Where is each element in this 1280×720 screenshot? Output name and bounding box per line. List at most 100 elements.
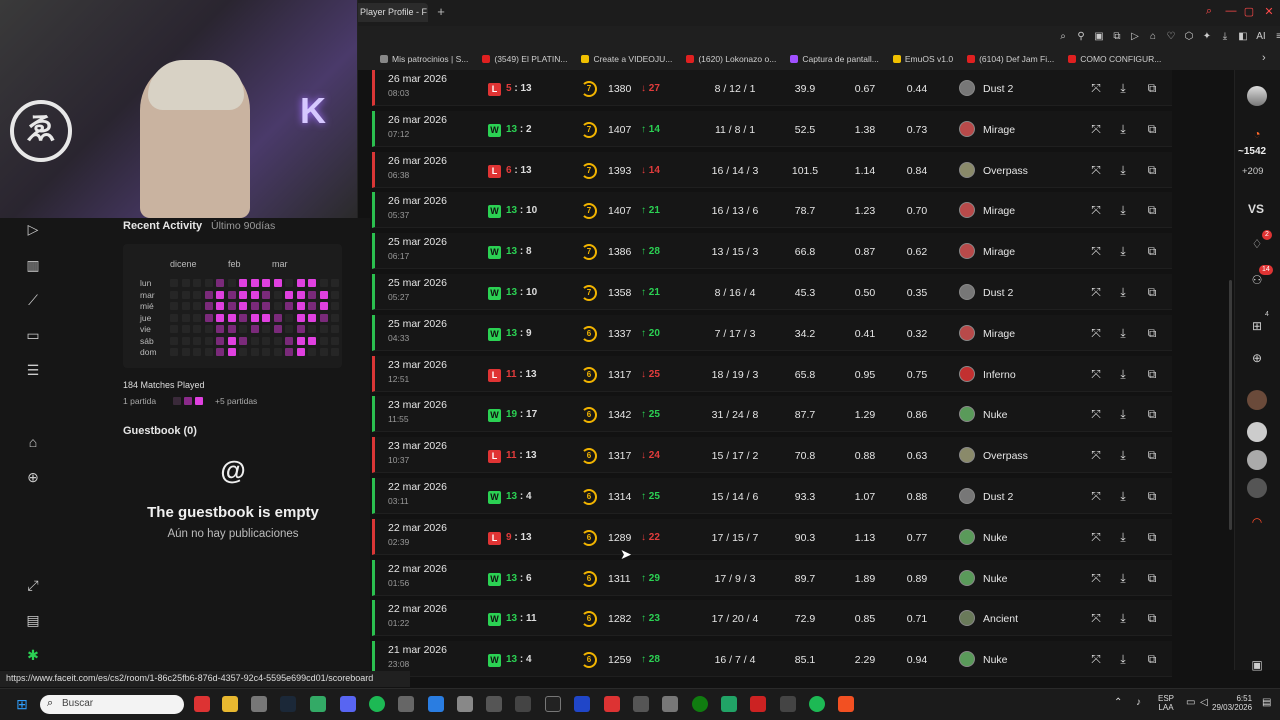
volume-icon[interactable]: ◁ — [1200, 697, 1208, 708]
heart-icon[interactable]: ♡ — [1164, 30, 1178, 44]
app-icon[interactable] — [780, 696, 796, 712]
chat-icon[interactable]: ▣ — [1247, 655, 1267, 675]
external-link-icon[interactable]: ⧉ — [1144, 651, 1160, 667]
bookmark-item[interactable]: COMO CONFIGUR... — [1068, 50, 1161, 68]
bookmark-item[interactable]: (3549) El PLATIN... — [482, 50, 567, 68]
bag-icon[interactable]: ▤ — [24, 611, 42, 629]
windows-start-icon[interactable]: ⊞ — [14, 696, 30, 712]
add-icon[interactable]: ⊕ — [24, 468, 42, 486]
download-icon[interactable]: ⤓ — [1115, 162, 1131, 178]
external-link-icon[interactable]: ⧉ — [1144, 447, 1160, 463]
avatar[interactable] — [1247, 390, 1267, 410]
bookmark-icon[interactable]: ⌂ — [1146, 30, 1160, 44]
match-row[interactable]: 22 mar 2026 01:56 W 13 : 6 6 1311 ↑ 29 17 / 9 /… — [372, 559, 1172, 596]
expand-icon[interactable]: ⤧ — [1088, 243, 1104, 259]
download-icon[interactable]: ⤓ — [1115, 325, 1131, 341]
mic-icon[interactable]: ♪ — [1136, 697, 1141, 708]
match-row[interactable]: 25 mar 2026 04:33 W 13 : 9 6 1337 ↑ 20 7 / 17 /… — [372, 314, 1172, 351]
external-link-icon[interactable]: ⧉ — [1144, 121, 1160, 137]
opera-icon[interactable] — [194, 696, 210, 712]
notifications-icon[interactable]: ▤ — [1262, 697, 1271, 708]
xbox-icon[interactable] — [692, 696, 708, 712]
match-row[interactable]: 26 mar 2026 07:12 W 13 : 2 7 1407 ↑ 14 11 / 8 /… — [372, 110, 1172, 147]
match-row[interactable]: 26 mar 2026 06:38 L 6 : 13 7 1393 ↓ 14 16 / 14 … — [372, 151, 1172, 188]
avatar[interactable] — [1247, 86, 1267, 106]
expand-icon[interactable]: ⤧ — [1088, 529, 1104, 545]
play-icon[interactable]: ▷ — [24, 220, 42, 238]
app-icon[interactable] — [604, 696, 620, 712]
download-icon[interactable]: ⤓ — [1115, 570, 1131, 586]
maximize-button[interactable]: ▢ — [1242, 5, 1256, 18]
list-icon[interactable]: ☰ — [24, 361, 42, 379]
language-indicator[interactable]: ESP LAA — [1158, 694, 1174, 712]
spotify-icon[interactable] — [809, 696, 825, 712]
expand-icon[interactable]: ⤧ — [1088, 325, 1104, 341]
avatar[interactable] — [1247, 478, 1267, 498]
external-link-icon[interactable]: ⧉ — [1144, 406, 1160, 422]
vs-button[interactable]: VS — [1248, 202, 1264, 216]
match-row[interactable]: 22 mar 2026 03:11 W 13 : 4 6 1314 ↑ 25 15 / 14 … — [372, 478, 1172, 514]
minimize-button[interactable]: — — [1224, 5, 1238, 17]
ai-button[interactable]: AI — [1254, 30, 1268, 44]
stats-icon[interactable]: ▥ — [24, 256, 42, 274]
expand-icon[interactable]: ⤧ — [1088, 610, 1104, 626]
download-icon[interactable]: ⤓ — [1115, 651, 1131, 667]
taskbar-search[interactable]: ⌕ Buscar — [40, 695, 184, 714]
app-icon[interactable] — [574, 696, 590, 712]
external-link-icon[interactable]: ⧉ — [1144, 80, 1160, 96]
app-icon[interactable] — [486, 696, 502, 712]
avatar[interactable] — [1247, 450, 1267, 470]
expand-icon[interactable]: ⤢ — [24, 576, 42, 594]
screenshot-icon[interactable]: ▣ — [1092, 30, 1106, 44]
expand-icon[interactable]: ⤧ — [1088, 121, 1104, 137]
external-link-icon[interactable]: ⧉ — [1144, 202, 1160, 218]
external-link-icon[interactable]: ⧉ — [1144, 162, 1160, 178]
expand-icon[interactable]: ⤧ — [1088, 162, 1104, 178]
app-icon[interactable] — [545, 696, 561, 712]
match-row[interactable]: 23 mar 2026 10:37 L 11 : 13 6 1317 ↓ 24 15 / 17… — [372, 437, 1172, 474]
download-icon[interactable]: ⤓ — [1115, 488, 1131, 504]
external-link-icon[interactable]: ⧉ — [1144, 529, 1160, 545]
menu-icon[interactable]: ≡ — [1272, 30, 1280, 44]
tray-chevron-icon[interactable]: ⌃ — [1114, 697, 1122, 708]
download-icon[interactable]: ⤓ — [1115, 284, 1131, 300]
expand-icon[interactable]: ⤧ — [1088, 488, 1104, 504]
expand-icon[interactable]: ⤧ — [1088, 447, 1104, 463]
brave-icon[interactable] — [838, 696, 854, 712]
scrollbar[interactable] — [1229, 280, 1232, 530]
match-row[interactable]: 26 mar 2026 05:37 W 13 : 10 7 1407 ↑ 21 16 / 13… — [372, 192, 1172, 229]
chrome-icon[interactable] — [251, 696, 267, 712]
bookmark-item[interactable]: Create a VIDEOJU... — [581, 50, 672, 68]
match-row[interactable]: 26 mar 2026 08:03 L 5 : 13 7 1380 ↓ 27 8 / 12 /… — [372, 70, 1172, 106]
app-icon[interactable] — [457, 696, 473, 712]
new-tab-button[interactable]: + — [434, 5, 448, 19]
avatar[interactable] — [1247, 422, 1267, 442]
expand-icon[interactable]: ⤧ — [1088, 651, 1104, 667]
match-row[interactable]: 22 mar 2026 01:22 W 13 : 11 6 1282 ↑ 23 17 / 20… — [372, 600, 1172, 637]
external-link-icon[interactable]: ⧉ — [1144, 488, 1160, 504]
download-icon[interactable]: ⤓ — [1115, 80, 1131, 96]
network-icon[interactable]: ▭ — [1186, 697, 1195, 708]
app-icon[interactable] — [398, 696, 414, 712]
app-icon[interactable] — [633, 696, 649, 712]
tabs-icon[interactable]: ⧉ — [1110, 30, 1124, 44]
match-row[interactable]: 23 mar 2026 12:51 L 11 : 13 6 1317 ↓ 25 18 / 19… — [372, 355, 1172, 392]
expand-icon[interactable]: ⤧ — [1088, 284, 1104, 300]
extensions-icon[interactable]: ⬡ — [1182, 30, 1196, 44]
puzzle-icon[interactable]: ✦ — [1200, 30, 1214, 44]
clock[interactable]: 6:51 29/03/2026 — [1212, 694, 1252, 712]
close-button[interactable]: ✕ — [1262, 5, 1276, 18]
discord-icon[interactable] — [340, 696, 356, 712]
download-icon[interactable]: ⤓ — [1115, 406, 1131, 422]
bell-icon[interactable]: ⌂ — [24, 433, 42, 451]
expand-icon[interactable]: ⤧ — [1088, 366, 1104, 382]
external-link-icon[interactable]: ⧉ — [1144, 325, 1160, 341]
app-icon[interactable] — [310, 696, 326, 712]
match-row[interactable]: 21 mar 2026 23:08 W 13 : 4 6 1259 ↑ 28 16 / 7 /… — [372, 641, 1172, 678]
external-link-icon[interactable]: ⧉ — [1144, 570, 1160, 586]
bookmark-item[interactable]: Mis patrocinios | S... — [380, 50, 468, 68]
expand-icon[interactable]: ⤧ — [1088, 406, 1104, 422]
download-icon[interactable]: ⤓ — [1115, 447, 1131, 463]
external-link-icon[interactable]: ⧉ — [1144, 243, 1160, 259]
download-icon[interactable]: ⤓ — [1115, 610, 1131, 626]
